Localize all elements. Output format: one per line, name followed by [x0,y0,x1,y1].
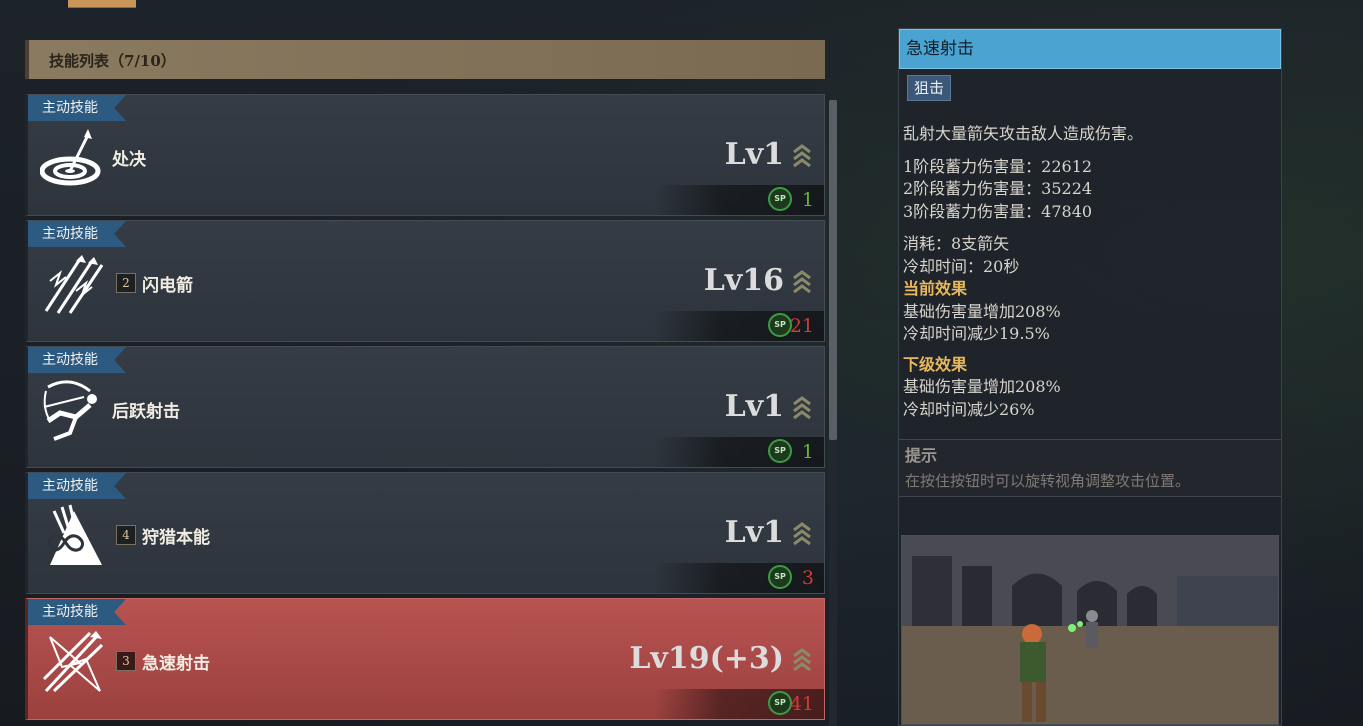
sp-cost-bar: SP 1 [654,437,824,467]
sp-icon: SP [768,187,792,211]
skill-list-title: 技能列表（7/10） [49,52,176,70]
skill-detail-panel: 急速射击 狙击 乱射大量箭矢攻击敌人造成伤害。 1阶段蓄力伤害量：22612 2… [898,28,1282,726]
skill-type-tag: 主动技能 [28,95,126,121]
skill-name: 闪电箭 [142,276,193,296]
skill-type-tag: 主动技能 [28,221,126,247]
sp-cost: 41 [789,693,814,715]
skill-preview-video[interactable] [901,535,1279,725]
level-up-chevron-icon[interactable] [792,395,812,421]
charge-stage-1-damage: 1阶段蓄力伤害量：22612 [903,156,1093,176]
skill-level: Lv19(+3) [629,641,784,676]
next-effect-line: 基础伤害量增加208% [903,377,1061,396]
sp-icon: SP [768,691,792,715]
hotkey-number: 2 [116,273,136,293]
skill-description: 乱射大量箭矢攻击敌人造成伤害。 [903,124,1144,143]
rapid-shot-icon [42,631,104,693]
next-effect-header: 下级效果 [903,354,968,374]
sp-cost: 1 [801,189,814,211]
skill-name: 急速射击 [142,654,210,674]
level-up-chevron-icon[interactable] [792,521,812,547]
sp-icon: SP [768,439,792,463]
level-up-chevron-icon[interactable] [792,143,812,169]
current-effect-line: 冷却时间减少19.5% [903,324,1050,343]
charge-stage-2-damage: 2阶段蓄力伤害量：35224 [903,179,1093,198]
sp-icon: SP [768,313,792,337]
sp-cost: 1 [801,441,814,463]
tip-header: 提示 [905,446,938,465]
skill-row-hunting-instinct[interactable]: 主动技能 4 狩猎本能 Lv1 SP 3 [25,472,825,594]
top-tab-indicator[interactable] [68,0,136,8]
skill-level: Lv1 [724,137,784,172]
hotkey-number: 4 [116,525,136,545]
resource-cost: 消耗：8支箭矢 [903,234,1010,253]
next-effect-line: 冷却时间减少26% [903,399,1035,419]
skill-level: Lv16 [703,263,784,298]
archery-target-icon [40,129,101,186]
skill-list-scrollbar[interactable] [829,100,837,726]
skill-category-tag: 狙击 [907,75,952,101]
cooldown-time: 冷却时间：20秒 [903,256,1020,276]
skill-level: Lv1 [724,389,784,424]
skill-name: 后跃射击 [112,402,180,422]
scrollbar-thumb[interactable] [829,100,837,440]
tip-text: 在按住按钮时可以旋转视角调整攻击位置。 [905,472,1191,490]
current-effect-line: 基础伤害量增加208% [903,301,1061,321]
skill-detail-title: 急速射击 [899,29,1281,69]
skill-row-lightning-arrow[interactable]: 主动技能 2 闪电箭 Lv16 SP 21 [25,220,825,342]
sp-cost-bar: SP 1 [654,185,824,215]
tip-box: 提示 在按住按钮时可以旋转视角调整攻击位置。 [899,439,1281,497]
skill-name: 狩猎本能 [142,528,210,548]
skill-type-tag: 主动技能 [28,347,126,373]
hotkey-number: 3 [116,651,136,671]
sp-cost-bar: SP 21 [654,311,824,341]
skill-description-block: 乱射大量箭矢攻击敌人造成伤害。 1阶段蓄力伤害量：22612 2阶段蓄力伤害量：… [903,123,1273,421]
level-up-chevron-icon[interactable] [792,269,812,295]
skill-row-rapid-shot[interactable]: 主动技能 3 急速射击 Lv19(+3) SP 41 [25,598,825,720]
skill-list-header: 技能列表（7/10） [25,40,825,79]
skill-level: Lv1 [724,515,784,550]
current-effect-header: 当前效果 [903,279,968,298]
sp-cost: 3 [801,567,814,589]
skill-type-tag: 主动技能 [28,599,126,625]
sp-cost: 21 [789,315,814,337]
sp-icon: SP [768,565,792,589]
skill-name: 处决 [112,150,146,170]
level-up-chevron-icon[interactable] [792,647,812,673]
hunting-instinct-icon [47,504,102,565]
skill-row-execute[interactable]: 主动技能 处决 Lv1 SP 1 [25,94,825,216]
skill-type-tag: 主动技能 [28,473,126,499]
backflip-archer-icon [43,380,97,441]
skill-list: 主动技能 处决 Lv1 SP 1 主动技能 2 闪电箭 Lv16 SP 21 主… [25,94,825,726]
sp-cost-bar: SP 3 [654,563,824,593]
skill-row-backflip-shot[interactable]: 主动技能 后跃射击 Lv1 SP 1 [25,346,825,468]
skill-preview-image [902,536,1278,724]
lightning-arrows-icon [44,255,104,314]
sp-cost-bar: SP 41 [654,689,824,719]
charge-stage-3-damage: 3阶段蓄力伤害量：47840 [903,201,1093,221]
